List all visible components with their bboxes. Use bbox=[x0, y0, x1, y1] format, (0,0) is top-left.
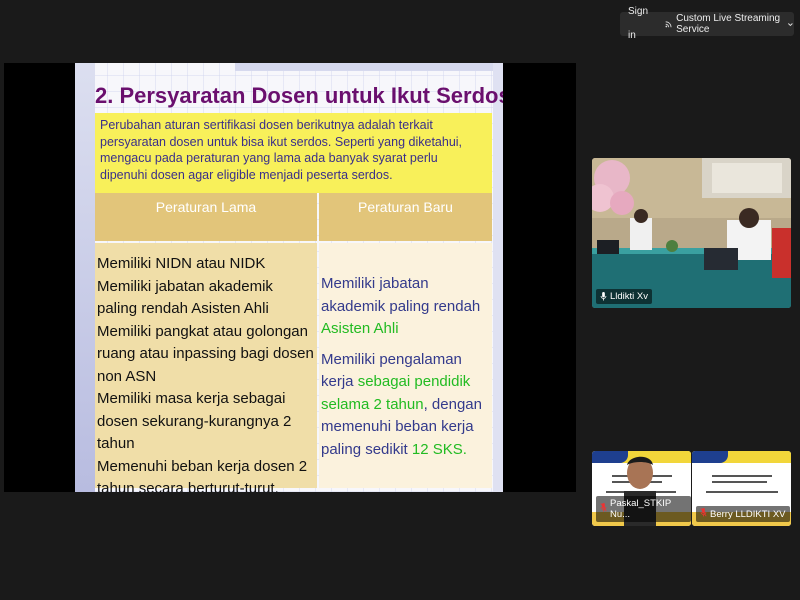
live-stream-menu[interactable]: Custom Live Streaming Service bbox=[659, 13, 794, 35]
old-rule-item: Memiliki masa kerja sebagai dosen sekura… bbox=[97, 390, 292, 452]
thumbnail-logo bbox=[692, 451, 728, 463]
participant-name-tag: Paskal_STKIP Nu... bbox=[596, 496, 691, 522]
thumbnail-text-line bbox=[712, 481, 767, 483]
old-rule-item: Memiliki NIDN atau NIDK bbox=[97, 255, 266, 272]
thumbnail-text-line bbox=[706, 491, 778, 493]
camera-feed bbox=[592, 158, 791, 308]
new-rules-cell: Memiliki jabatan akademik paling rendah … bbox=[319, 243, 492, 488]
new-rule-highlight: 12 SKS. bbox=[411, 440, 467, 458]
new-rule-item: Memiliki jabatan akademik paling rendah … bbox=[321, 273, 490, 341]
new-rule-highlight: Asisten Ahli bbox=[321, 320, 399, 337]
live-stream-label: Custom Live Streaming Service bbox=[676, 13, 781, 35]
old-rule-item: Memiliki pangkat atau golongan ruang ata… bbox=[97, 322, 314, 385]
new-rule-item: Memiliki pengalaman kerja sebagai pendid… bbox=[321, 349, 490, 462]
participant-name-tag: Berry LLDIKTI XV bbox=[696, 506, 790, 522]
new-rule-text: Memiliki jabatan akademik paling rendah bbox=[321, 275, 481, 315]
slide-title: 2. Persyaratan Dosen untuk Ikut Serdos bbox=[95, 83, 503, 108]
participant-name: Paskal_STKIP Nu... bbox=[610, 498, 672, 520]
sign-in-link[interactable]: Sign in bbox=[620, 0, 659, 48]
column-header-new: Peraturan Baru bbox=[319, 193, 492, 241]
slide-decor-top bbox=[235, 63, 503, 71]
chevron-down-icon bbox=[788, 22, 793, 26]
participant-name: Berry LLDIKTI XV bbox=[710, 508, 786, 520]
participant-video-main[interactable]: Lldikti Xv bbox=[592, 158, 791, 308]
old-rule-item: Memiliki jabatan akademik paling rendah … bbox=[97, 277, 273, 318]
top-bar: Sign in Custom Live Streaming Service bbox=[620, 6, 794, 41]
microphone-muted-icon bbox=[600, 503, 607, 512]
old-rule-item: Memenuhi beban kerja dosen 2 tahun secar… bbox=[97, 457, 308, 493]
microphone-icon bbox=[600, 292, 607, 301]
slide-intro-text: Perubahan aturan sertifikasi dosen berik… bbox=[95, 113, 492, 193]
slide-decor-left bbox=[75, 63, 95, 492]
thumbnail-text-line bbox=[712, 475, 772, 477]
participant-name: Lldikti Xv bbox=[610, 291, 649, 302]
broadcast-icon bbox=[665, 20, 672, 27]
participant-video-small-1[interactable]: Paskal_STKIP Nu... bbox=[592, 451, 691, 526]
participant-name-tag: Lldikti Xv bbox=[596, 289, 653, 304]
column-header-old: Peraturan Lama bbox=[95, 193, 317, 241]
presentation-slide: 2. Persyaratan Dosen untuk Ikut Serdos P… bbox=[75, 63, 503, 492]
participant-video-small-2[interactable]: Berry LLDIKTI XV bbox=[692, 451, 791, 526]
slide-decor-right bbox=[493, 63, 503, 492]
old-rules-cell: Memiliki NIDN atau NIDK Memiliki jabatan… bbox=[95, 243, 317, 492]
microphone-muted-icon bbox=[700, 508, 707, 517]
